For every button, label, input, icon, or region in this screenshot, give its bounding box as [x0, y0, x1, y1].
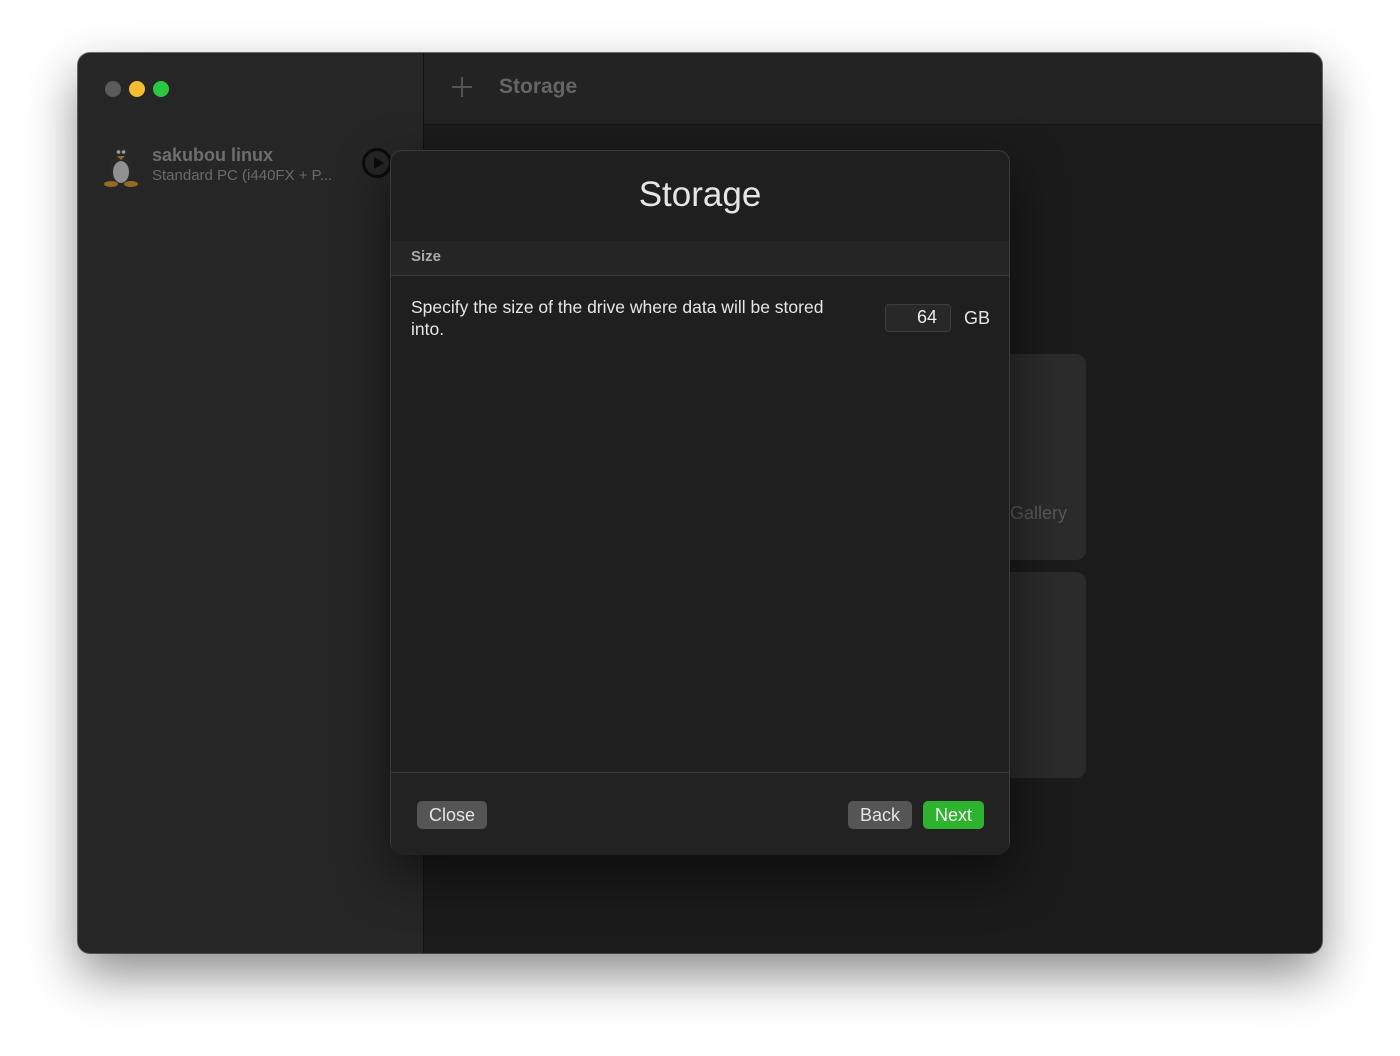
size-description: Specify the size of the drive where data…	[411, 297, 824, 339]
background-card-label: Gallery	[1010, 503, 1068, 523]
plus-icon[interactable]	[452, 77, 472, 97]
linux-penguin-icon	[104, 145, 138, 187]
minimize-window-button[interactable]	[129, 81, 145, 97]
close-button[interactable]: Close	[417, 801, 487, 829]
storage-dialog: Storage Size Specify the size of the dri…	[390, 150, 1010, 855]
vm-name: sakubou linux	[152, 145, 274, 165]
section-header: Size	[391, 241, 1009, 276]
zoom-window-button[interactable]	[153, 81, 169, 97]
section-label-size: Size	[411, 248, 442, 265]
close-window-button[interactable]	[105, 81, 121, 97]
dialog-title: Storage	[638, 175, 762, 214]
play-button[interactable]	[362, 148, 392, 178]
size-input[interactable]: 64	[885, 304, 951, 332]
size-unit-label: GB	[964, 308, 991, 328]
next-button[interactable]: Next	[923, 801, 984, 829]
vm-list-item[interactable]: sakubou linux Standard PC (i440FX + P...	[102, 143, 402, 193]
vm-subtitle: Standard PC (i440FX + P...	[152, 167, 333, 184]
play-icon	[374, 157, 384, 169]
dialog-footer: Close Back Next	[391, 772, 1009, 855]
sidebar: sakubou linux Standard PC (i440FX + P...	[78, 53, 424, 953]
toolbar-title: Storage	[499, 75, 578, 98]
toolbar: Storage	[424, 53, 1322, 125]
window-controls	[105, 81, 169, 97]
back-button[interactable]: Back	[848, 801, 912, 829]
